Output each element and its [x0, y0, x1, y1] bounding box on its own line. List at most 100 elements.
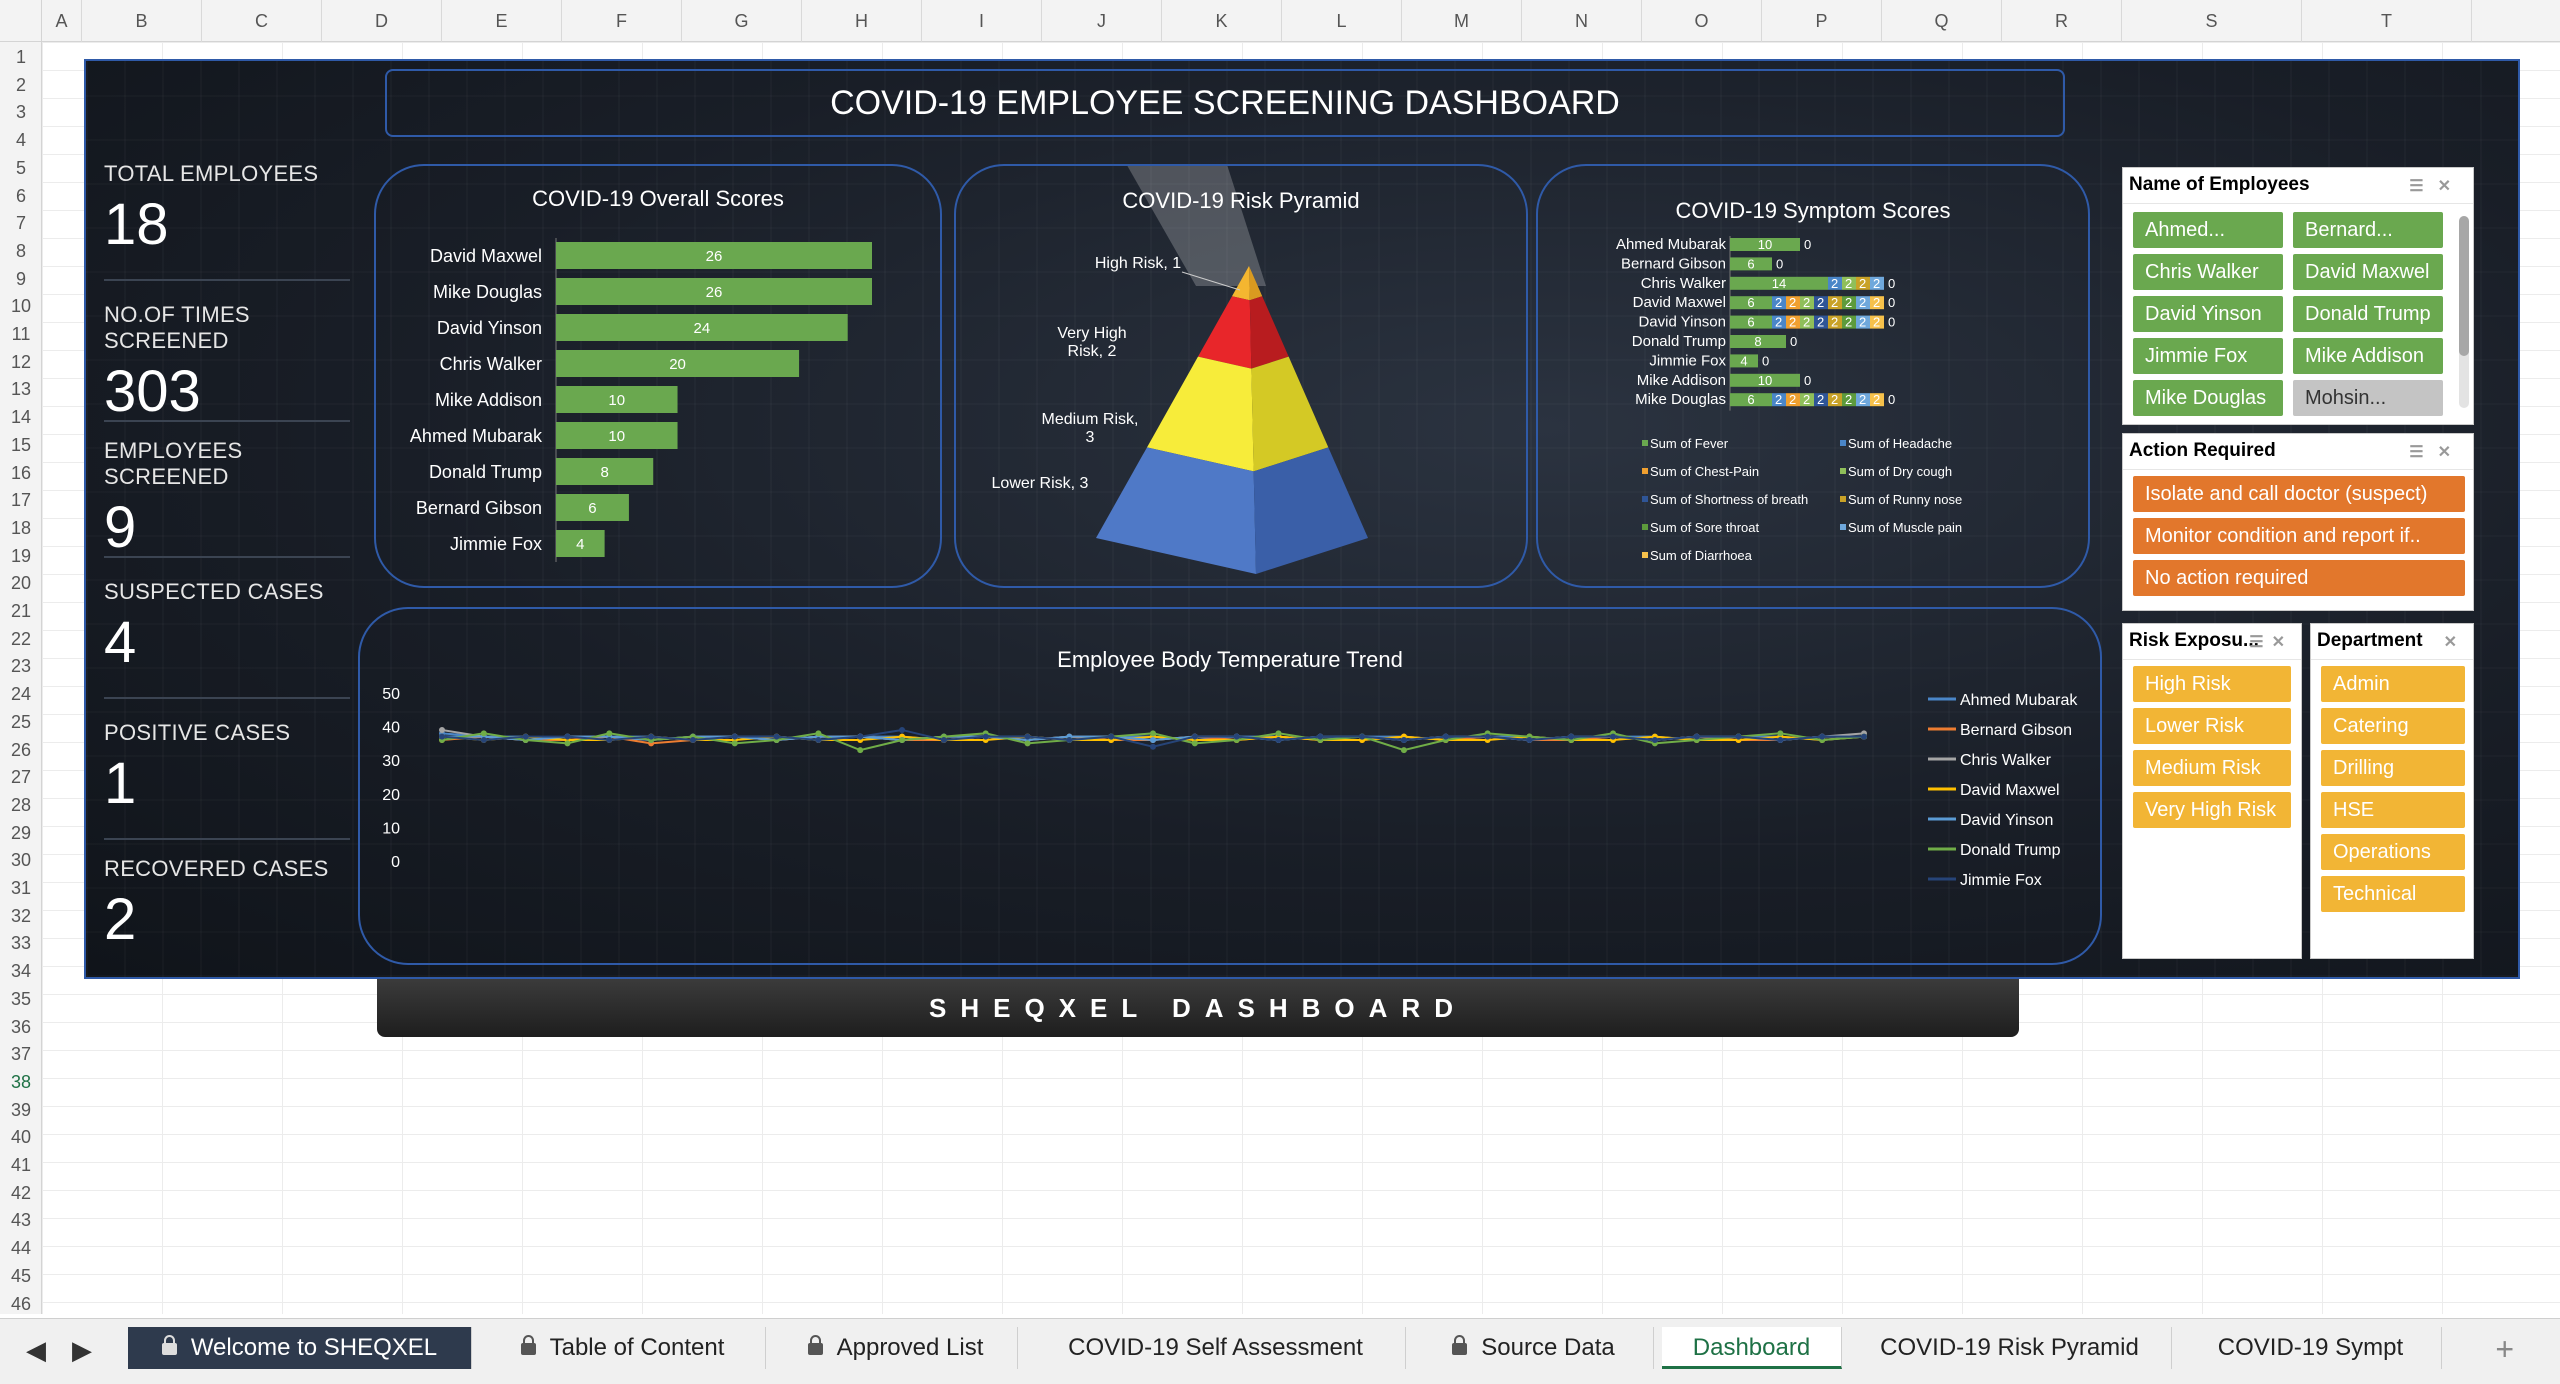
row-header-35[interactable]: 35: [0, 989, 42, 1010]
slicer-item[interactable]: Operations: [2321, 834, 2465, 870]
sheet-tab[interactable]: COVID-19 Self Assessment: [1026, 1327, 1406, 1369]
row-header-32[interactable]: 32: [0, 906, 42, 927]
row-header-21[interactable]: 21: [0, 601, 42, 622]
sheet-tab[interactable]: Welcome to SHEQXEL: [128, 1327, 472, 1369]
slicer-item[interactable]: Catering: [2321, 708, 2465, 744]
row-header-28[interactable]: 28: [0, 795, 42, 816]
symptom-scores-chart[interactable]: Ahmed Mubarak 10 0 Bernard Gibson 6 0 Chris Wa…: [1538, 166, 2088, 586]
slicer-item[interactable]: Lower Risk: [2133, 708, 2291, 744]
column-header-h[interactable]: H: [802, 0, 922, 42]
risk-pyramid-chart[interactable]: High Risk, 1 Very HighRisk, 2 Medium Risk,…: [956, 166, 1526, 586]
slicer-item[interactable]: Mike Addison: [2293, 338, 2443, 374]
column-header-p[interactable]: P: [1762, 0, 1882, 42]
select-all-corner[interactable]: [0, 0, 42, 42]
employees-scrollbar[interactable]: [2459, 216, 2469, 408]
sheet-tab[interactable]: Dashboard: [1662, 1327, 1842, 1369]
row-header-25[interactable]: 25: [0, 712, 42, 733]
row-header-45[interactable]: 45: [0, 1266, 42, 1287]
column-header-s[interactable]: S: [2122, 0, 2302, 42]
row-header-11[interactable]: 11: [0, 324, 42, 345]
row-header-6[interactable]: 6: [0, 186, 42, 207]
slicer-item[interactable]: Very High Risk: [2133, 792, 2291, 828]
column-header-a[interactable]: A: [42, 0, 82, 42]
row-header-14[interactable]: 14: [0, 407, 42, 428]
row-header-46[interactable]: 46: [0, 1294, 42, 1315]
column-header-g[interactable]: G: [682, 0, 802, 42]
column-header-c[interactable]: C: [202, 0, 322, 42]
column-header-f[interactable]: F: [562, 0, 682, 42]
row-header-23[interactable]: 23: [0, 656, 42, 677]
prev-sheet-icon[interactable]: ◀: [26, 1335, 46, 1366]
row-header-4[interactable]: 4: [0, 130, 42, 151]
row-header-2[interactable]: 2: [0, 75, 42, 96]
row-header-12[interactable]: 12: [0, 352, 42, 373]
slicer-item[interactable]: High Risk: [2133, 666, 2291, 702]
row-header-38[interactable]: 38: [0, 1072, 42, 1093]
row-header-16[interactable]: 16: [0, 463, 42, 484]
column-header-j[interactable]: J: [1042, 0, 1162, 42]
row-header-36[interactable]: 36: [0, 1017, 42, 1038]
slicer-item[interactable]: Monitor condition and report if..: [2133, 518, 2465, 554]
row-header-29[interactable]: 29: [0, 823, 42, 844]
filter-icons[interactable]: ☰✕: [2409, 176, 2465, 196]
slicer-item[interactable]: Jimmie Fox: [2133, 338, 2283, 374]
slicer-item[interactable]: HSE: [2321, 792, 2465, 828]
row-header-20[interactable]: 20: [0, 573, 42, 594]
row-header-30[interactable]: 30: [0, 850, 42, 871]
filter-icons[interactable]: ☰✕: [2409, 442, 2465, 462]
row-header-43[interactable]: 43: [0, 1210, 42, 1231]
column-header-n[interactable]: N: [1522, 0, 1642, 42]
temperature-trend-chart[interactable]: 50 40 30 20 10 0 Ahmed Mubarak Bernard Gibson Ch…: [360, 609, 2100, 963]
slicer-item[interactable]: Donald Trump: [2293, 296, 2443, 332]
slicer-item[interactable]: Ahmed...: [2133, 212, 2283, 248]
row-header-34[interactable]: 34: [0, 961, 42, 982]
slicer-item[interactable]: Mike Douglas: [2133, 380, 2283, 416]
row-header-9[interactable]: 9: [0, 269, 42, 290]
column-header-e[interactable]: E: [442, 0, 562, 42]
sheet-tab[interactable]: Approved List: [774, 1327, 1018, 1369]
slicer-item[interactable]: Bernard...: [2293, 212, 2443, 248]
row-header-17[interactable]: 17: [0, 490, 42, 511]
row-header-19[interactable]: 19: [0, 546, 42, 567]
row-header-3[interactable]: 3: [0, 102, 42, 123]
row-header-10[interactable]: 10: [0, 296, 42, 317]
sheet-tab[interactable]: Source Data: [1414, 1327, 1654, 1369]
row-header-42[interactable]: 42: [0, 1183, 42, 1204]
filter-icons[interactable]: ✕: [2444, 632, 2465, 652]
row-header-8[interactable]: 8: [0, 241, 42, 262]
sheet-tab[interactable]: COVID-19 Risk Pyramid: [1848, 1327, 2172, 1369]
next-sheet-icon[interactable]: ▶: [72, 1335, 92, 1366]
slicer-item[interactable]: Technical: [2321, 876, 2465, 912]
slicer-item[interactable]: Mohsin...: [2293, 380, 2443, 416]
row-header-27[interactable]: 27: [0, 767, 42, 788]
row-header-1[interactable]: 1: [0, 47, 42, 68]
column-header-i[interactable]: I: [922, 0, 1042, 42]
slicer-item[interactable]: Medium Risk: [2133, 750, 2291, 786]
row-header-26[interactable]: 26: [0, 740, 42, 761]
column-header-t[interactable]: T: [2302, 0, 2472, 42]
column-header-l[interactable]: L: [1282, 0, 1402, 42]
row-header-13[interactable]: 13: [0, 379, 42, 400]
slicer-item[interactable]: Isolate and call doctor (suspect): [2133, 476, 2465, 512]
column-header-q[interactable]: Q: [1882, 0, 2002, 42]
overall-scores-chart[interactable]: David Maxwel 26 Mike Douglas 26 David Yinson…: [376, 166, 940, 586]
column-header-o[interactable]: O: [1642, 0, 1762, 42]
slicer-item[interactable]: Drilling: [2321, 750, 2465, 786]
row-header-33[interactable]: 33: [0, 933, 42, 954]
row-header-5[interactable]: 5: [0, 158, 42, 179]
slicer-item[interactable]: No action required: [2133, 560, 2465, 596]
column-header-d[interactable]: D: [322, 0, 442, 42]
row-header-24[interactable]: 24: [0, 684, 42, 705]
row-header-37[interactable]: 37: [0, 1044, 42, 1065]
add-sheet-icon[interactable]: +: [2495, 1331, 2514, 1368]
sheet-tab[interactable]: Table of Content: [480, 1327, 766, 1369]
slicer-item[interactable]: Chris Walker: [2133, 254, 2283, 290]
slicer-item[interactable]: David Yinson: [2133, 296, 2283, 332]
column-header-k[interactable]: K: [1162, 0, 1282, 42]
column-header-r[interactable]: R: [2002, 0, 2122, 42]
row-header-7[interactable]: 7: [0, 213, 42, 234]
row-header-15[interactable]: 15: [0, 435, 42, 456]
row-header-40[interactable]: 40: [0, 1127, 42, 1148]
slicer-item[interactable]: David Maxwel: [2293, 254, 2443, 290]
row-header-44[interactable]: 44: [0, 1238, 42, 1259]
